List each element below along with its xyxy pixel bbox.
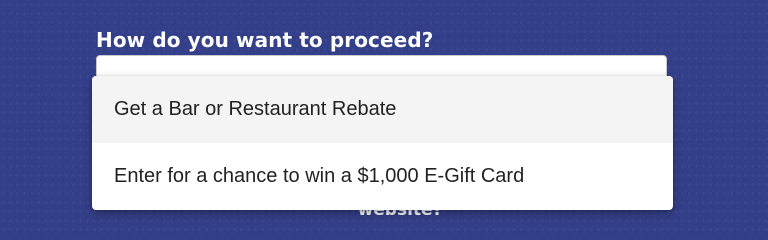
option-restaurant-rebate[interactable]: Get a Bar or Restaurant Rebate bbox=[92, 76, 673, 143]
proceed-dropdown-menu: Get a Bar or Restaurant Rebate Enter for… bbox=[92, 76, 673, 210]
option-label: Get a Bar or Restaurant Rebate bbox=[114, 98, 397, 120]
option-label: Enter for a chance to win a $1,000 E-Gif… bbox=[114, 165, 525, 187]
proceed-question-label: How do you want to proceed? bbox=[96, 28, 434, 52]
option-gift-card-entry[interactable]: Enter for a chance to win a $1,000 E-Gif… bbox=[92, 143, 673, 210]
